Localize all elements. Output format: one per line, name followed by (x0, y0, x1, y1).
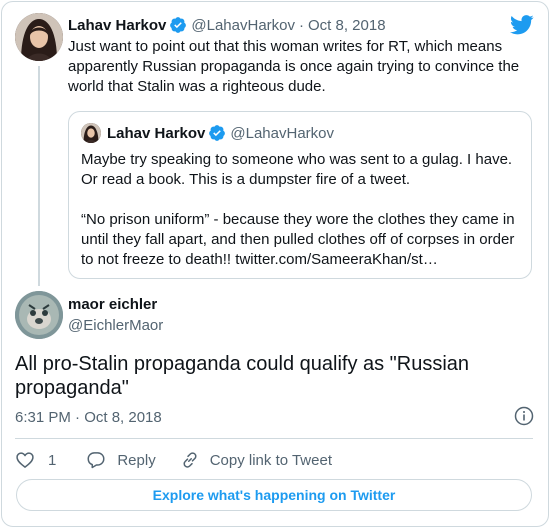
parent-tweet-text: Just want to point out that this woman w… (68, 38, 520, 95)
main-tweet-text: All pro-Stalin propaganda could qualify … (15, 353, 470, 399)
quoted-tweet-paragraph: Maybe try speaking to someone who was se… (81, 151, 513, 188)
parent-author-avatar[interactable] (15, 13, 63, 61)
tweet-timestamp[interactable]: 6:31 PM · Oct 8, 2018 (15, 409, 162, 426)
quoted-tweet-text: Maybe try speaking to someone who was se… (81, 150, 525, 270)
quoted-tweet-header: Lahav Harkov @LahavHarkov (81, 123, 334, 143)
separator-dot: · (299, 16, 304, 34)
reply-button[interactable]: Reply (86, 450, 156, 470)
reply-label: Reply (117, 451, 156, 469)
main-author-avatar[interactable] (15, 291, 63, 339)
speech-bubble-icon (87, 452, 105, 469)
tweet-actions: 1 Reply Copy link to Tweet (15, 449, 332, 471)
twitter-bird-icon[interactable] (510, 15, 534, 35)
quoted-author-name: Lahav Harkov (107, 124, 206, 142)
main-author-name[interactable]: maor eichler (68, 296, 157, 313)
verified-badge-icon (209, 125, 226, 141)
quoted-author-avatar (81, 123, 101, 143)
parent-author-handle[interactable]: @LahavHarkov (191, 17, 295, 34)
quoted-tweet[interactable]: Lahav Harkov @LahavHarkov Maybe try spea… (68, 111, 532, 279)
divider (15, 438, 533, 439)
like-button[interactable]: 1 (15, 450, 56, 470)
quoted-tweet-paragraph: “No prison uniform” - because they wore … (81, 211, 515, 268)
explore-button[interactable]: Explore what's happening on Twitter (16, 479, 532, 511)
like-count: 1 (48, 451, 57, 469)
quoted-author-handle: @LahavHarkov (230, 124, 334, 142)
heart-icon (16, 452, 34, 468)
thread-connector-line (38, 66, 40, 286)
main-author-handle[interactable]: @EichlerMaor (68, 317, 163, 334)
verified-badge-icon (170, 17, 187, 33)
copy-link-label: Copy link to Tweet (209, 451, 332, 469)
parent-tweet-date[interactable]: Oct 8, 2018 (308, 17, 386, 34)
parent-author-name[interactable]: Lahav Harkov (68, 17, 166, 34)
info-icon[interactable] (514, 406, 534, 426)
parent-tweet-header: Lahav Harkov @LahavHarkov · Oct 8, 2018 (68, 15, 386, 35)
link-icon (183, 452, 197, 468)
copy-link-button[interactable]: Copy link to Tweet (180, 450, 332, 470)
